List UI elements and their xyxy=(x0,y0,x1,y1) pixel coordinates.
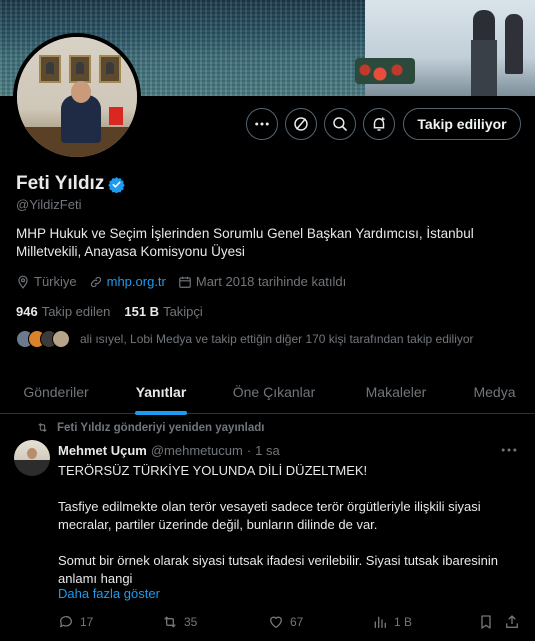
tab-highlights[interactable]: Öne Çıkanlar xyxy=(210,370,338,414)
tweet-author-avatar[interactable] xyxy=(14,440,50,476)
tab-posts[interactable]: Gönderiler xyxy=(0,370,112,414)
profile-meta: Türkiye mhp.org.tr Mart 2018 tarihinde k… xyxy=(16,274,358,289)
repost-icon xyxy=(38,422,47,433)
views-button[interactable]: 1 B xyxy=(372,614,412,630)
profile-name: Feti Yıldız xyxy=(16,173,105,194)
verified-badge-icon[interactable] xyxy=(108,176,126,193)
portrait-frame xyxy=(39,55,61,83)
portrait-frame xyxy=(69,55,91,83)
tweet-body: TERÖRSÜZ TÜRKİYE YOLUNDA DİLİ DÜZELTMEK!… xyxy=(58,462,508,588)
banner-flowers xyxy=(355,58,415,84)
heart-icon xyxy=(270,616,282,628)
location-item: Türkiye xyxy=(16,274,77,289)
tab-media[interactable]: Medya xyxy=(454,370,535,414)
following-count: 946 xyxy=(16,304,38,319)
search-button[interactable] xyxy=(324,108,356,140)
profile-avatar[interactable] xyxy=(13,33,141,161)
joined-text: Mart 2018 tarihinde katıldı xyxy=(195,274,347,289)
tweet-author-name[interactable]: Mehmet Uçum xyxy=(58,443,147,458)
link-icon xyxy=(90,276,101,287)
like-button[interactable]: 67 xyxy=(268,614,303,630)
profile-bio: MHP Hukuk ve Seçim İşlerinden Sorumlu Ge… xyxy=(16,226,474,259)
bookmark-icon xyxy=(481,615,491,629)
avatar xyxy=(52,330,70,348)
followers-you-know-text: ali ısıyel, Lobi Medya ve takip ettiğin … xyxy=(80,332,474,346)
followers-stat[interactable]: 151 B Takipçi xyxy=(124,304,202,319)
repost-count: 35 xyxy=(184,615,198,629)
like-count: 67 xyxy=(290,615,304,629)
profile-handle: @YildizFeti xyxy=(16,197,82,212)
tweet-paragraph: TERÖRSÜZ TÜRKİYE YOLUNDA DİLİ DÜZELTMEK! xyxy=(58,463,368,478)
location-text: Türkiye xyxy=(34,274,77,289)
tweet-author-handle[interactable]: @mehmetucum xyxy=(151,443,243,458)
share-icon xyxy=(506,615,518,628)
views-chart-icon xyxy=(374,616,386,628)
banner-podium xyxy=(471,40,497,96)
followers-you-know[interactable]: ali ısıyel, Lobi Medya ve takip ettiğin … xyxy=(16,330,474,348)
repost-button[interactable]: 35 xyxy=(162,614,197,630)
website-item[interactable]: mhp.org.tr xyxy=(89,274,166,289)
banner-speaker xyxy=(473,10,495,44)
flag xyxy=(109,107,123,125)
share-button[interactable] xyxy=(504,614,526,630)
profile-stats: 946 Takip edilen 151 B Takipçi xyxy=(16,304,217,319)
grok-icon xyxy=(294,117,308,131)
show-more-link[interactable]: Daha fazla göster xyxy=(58,586,160,601)
reply-icon xyxy=(59,616,72,628)
profile-name-row: Feti Yıldız xyxy=(16,173,126,195)
portrait-frame xyxy=(99,55,121,83)
tab-articles[interactable]: Makaleler xyxy=(338,370,454,414)
tweet-paragraph: Tasfiye edilmekte olan terör vesayeti sa… xyxy=(58,499,481,532)
location-pin-icon xyxy=(18,275,28,289)
more-button[interactable] xyxy=(246,108,278,140)
repost-indicator[interactable]: Feti Yıldız gönderiyi yeniden yayınladı xyxy=(36,421,264,434)
views-count: 1 B xyxy=(394,615,413,629)
reply-button[interactable]: 17 xyxy=(58,614,93,630)
banner-person xyxy=(505,14,523,74)
repost-icon xyxy=(164,616,176,628)
profile-tabs: Gönderiler Yanıtlar Öne Çıkanlar Makalel… xyxy=(0,370,535,414)
tweet-header: Mehmet Uçum @mehmetucum · 1 sa xyxy=(58,443,280,458)
bookmark-button[interactable] xyxy=(478,614,500,630)
following-stat[interactable]: 946 Takip edilen xyxy=(16,304,110,319)
tweet-separator: · xyxy=(246,443,252,458)
following-button[interactable]: Takip ediliyor xyxy=(403,108,521,140)
tweet-actions: 17 35 67 1 B xyxy=(58,614,520,632)
following-label: Takip edilen xyxy=(41,304,111,319)
repost-label: Feti Yıldız gönderiyi yeniden yayınladı xyxy=(57,421,265,434)
search-icon xyxy=(333,117,347,131)
calendar-icon xyxy=(179,276,191,288)
tab-replies[interactable]: Yanıtlar xyxy=(112,370,210,414)
person-head xyxy=(71,81,91,103)
notify-button[interactable] xyxy=(363,108,395,140)
tweet-more-icon[interactable] xyxy=(499,442,519,458)
joined-item: Mart 2018 tarihinde katıldı xyxy=(178,274,346,289)
website-link[interactable]: mhp.org.tr xyxy=(107,274,166,289)
followers-label: Takipçi xyxy=(163,304,203,319)
tweet-paragraph: Somut bir örnek olarak siyasi tutsak ifa… xyxy=(58,553,499,586)
more-dots-icon xyxy=(255,122,269,126)
mini-avatars xyxy=(16,330,70,348)
grok-button[interactable] xyxy=(285,108,317,140)
reply-count: 17 xyxy=(80,615,94,629)
followers-count: 151 B xyxy=(124,304,160,319)
tweet-time[interactable]: 1 sa xyxy=(255,443,280,458)
bell-plus-icon xyxy=(373,117,385,131)
